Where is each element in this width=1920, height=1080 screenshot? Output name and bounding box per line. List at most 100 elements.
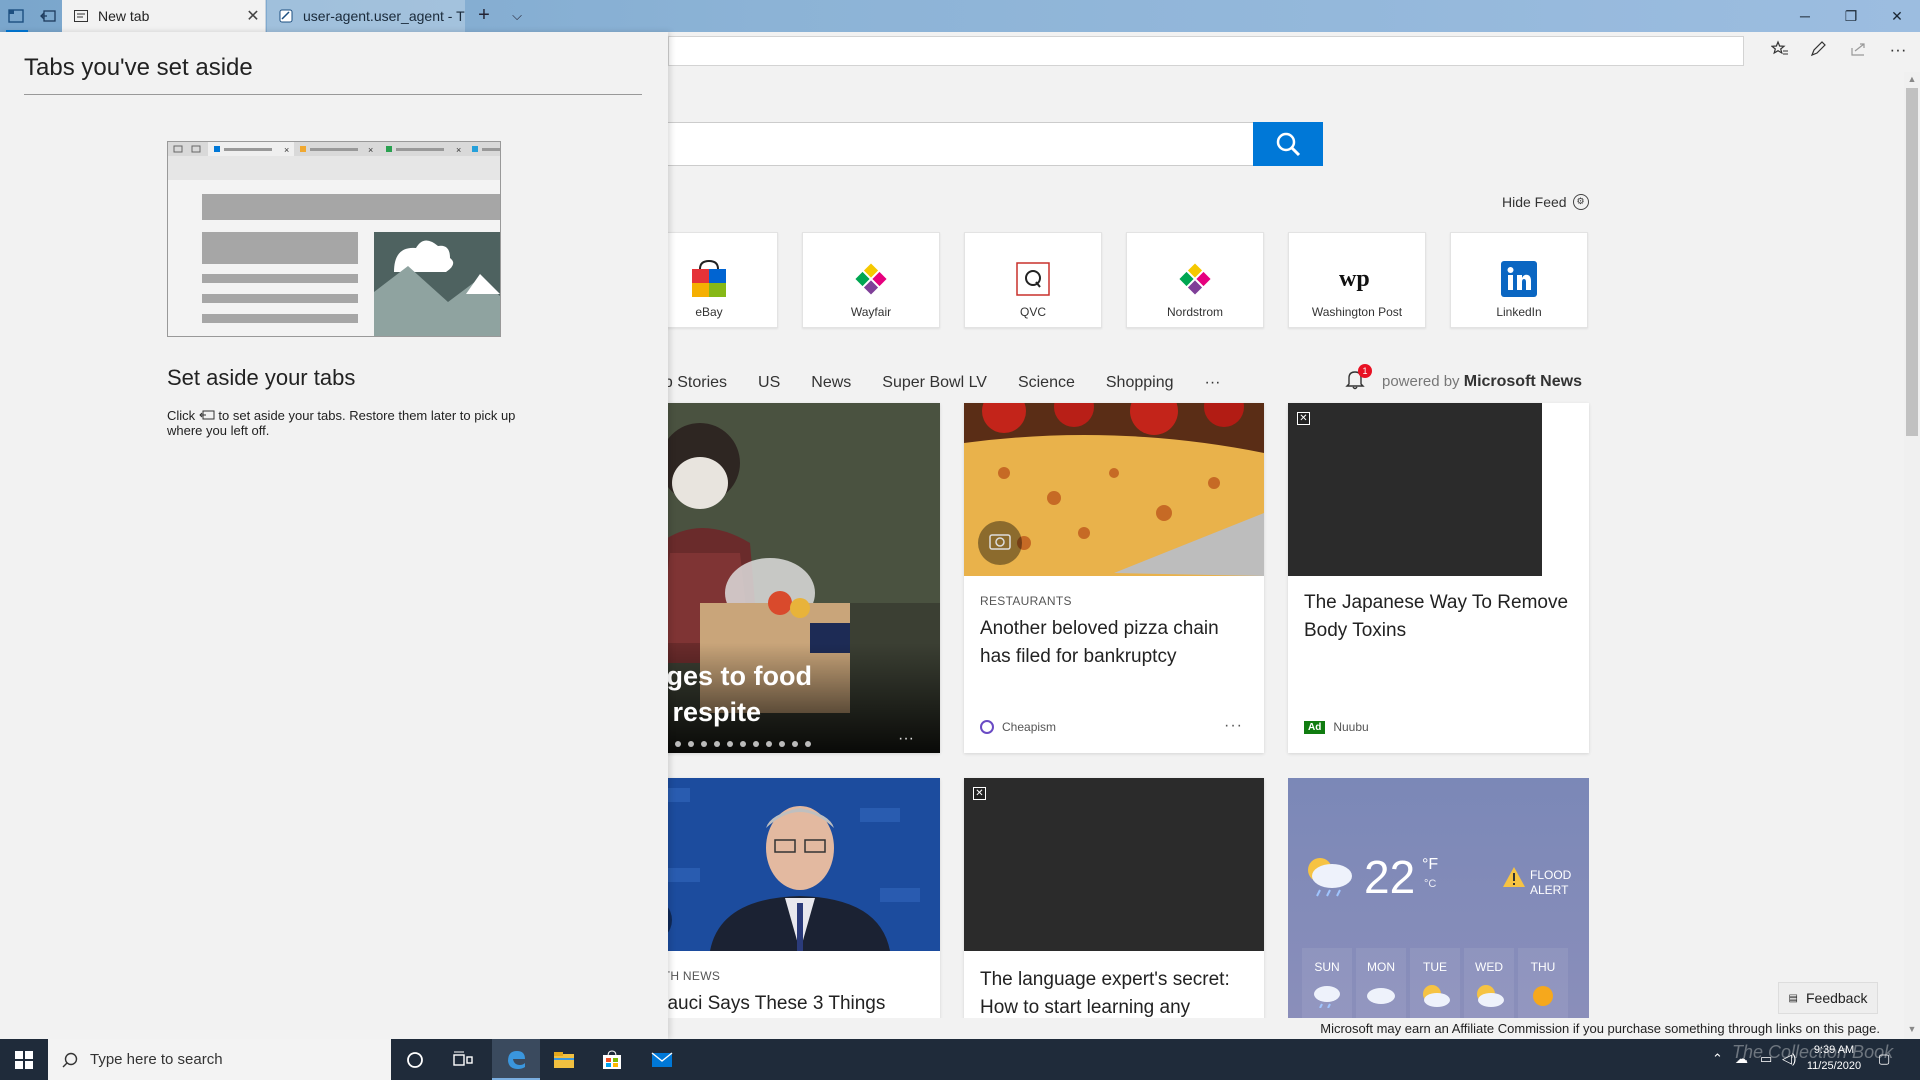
divider [24,94,642,95]
card-title: The Japanese Way To Remove Body Toxins [1304,592,1569,641]
svg-text:×: × [368,145,373,155]
scrollbar-thumb[interactable] [1906,88,1918,436]
ad-badge: Ad [1304,720,1326,734]
category-news[interactable]: News [811,374,851,400]
show-hidden-icons-chevron-icon[interactable]: ⌃ [1712,1051,1723,1067]
card-source-name: Cheapism [1002,720,1057,734]
set-aside-tabs-icon[interactable] [38,6,58,26]
search-button[interactable] [1253,122,1323,166]
mail-icon[interactable] [638,1039,686,1080]
tile-label: Nordstrom [1166,305,1223,319]
close-button[interactable]: ✕ [1874,0,1920,32]
gear-icon: ⚙ [1572,194,1589,210]
washington-post-logo-icon: wp [1337,259,1377,299]
more-icon[interactable]: ··· [1886,40,1910,64]
top-site-linkedin[interactable]: LinkedIn [1450,232,1588,328]
powered-by-prefix: powered by [1382,373,1460,390]
notification-badge: 1 [1358,364,1372,378]
restore-button[interactable]: ❐ [1828,0,1874,32]
top-site-washington-post[interactable]: wp Washington Post [1288,232,1426,328]
set-aside-inline-icon [199,408,215,423]
set-aside-illustration: × × × [167,141,501,337]
taskbar-search[interactable]: Type here to search [48,1039,391,1080]
category-us[interactable]: US [758,374,780,400]
news-card-hero[interactable]: nges to food e respite ··· [640,403,940,753]
file-explorer-icon[interactable] [540,1039,588,1080]
address-bar[interactable] [668,36,1744,66]
tab-new-tab[interactable]: New tab ✕ [62,0,266,32]
minimize-button[interactable]: ─ [1782,0,1828,32]
category-super-bowl[interactable]: Super Bowl LV [882,374,987,400]
image-placeholder [964,778,1264,951]
flood-alert[interactable]: FLOOD ALERT [1530,868,1580,898]
unit-celsius[interactable]: °C [1424,878,1436,890]
card-title: The language expert's secret: How to sta… [980,969,1230,1018]
nordstrom-logo-icon [1175,259,1215,299]
tab-preview-icon[interactable] [6,6,26,26]
svg-text:×: × [456,145,461,155]
ad-card-body-toxins[interactable]: ✕ The Japanese Way To Remove Body Toxins… [1288,403,1589,753]
cortana-icon[interactable] [391,1039,439,1080]
forecast-day-label: SUN [1314,960,1340,974]
more-options-icon[interactable]: ··· [898,730,914,748]
new-tab-button[interactable]: + [472,4,496,28]
favorites-icon[interactable] [1768,40,1792,64]
card-kicker: RESTAURANTS [980,594,1072,608]
partly-cloudy-rain-icon [1308,858,1352,897]
task-view-icon[interactable] [439,1039,487,1080]
close-tab-icon[interactable]: ✕ [241,6,265,26]
linkedin-logo-icon [1499,259,1539,299]
card-title: Another beloved pizza chain has filed fo… [980,618,1219,667]
rain-cloud-icon [1314,986,1340,1009]
fauci-image [640,778,940,951]
wayfair-logo-icon [851,259,891,299]
pen-icon[interactable] [1806,40,1830,64]
watermark: The Collection Book [1732,1042,1894,1062]
top-site-wayfair[interactable]: Wayfair [802,232,940,328]
new-tab-page-icon [72,7,90,25]
tab-label: New tab [98,8,150,24]
powered-by: powered by Microsoft News [1382,373,1582,391]
description-post: to set aside your tabs. Restore them lat… [167,408,516,438]
panel-title: Tabs you've set aside [24,54,253,81]
store-icon[interactable] [588,1039,636,1080]
panel-description: Click to set aside your tabs. Restore th… [167,408,517,438]
weather-card[interactable]: 22 °F °C FLOOD ALERT SUN MON TUE WED THU [1288,778,1589,1039]
cheapism-logo-icon [980,720,994,734]
news-card-language[interactable]: ✕ The language expert's secret: How to s… [964,778,1264,1039]
taskbar: Type here to search ⌃ ☁ ▭ ◁) 9:39 AM 11/… [0,1039,1920,1080]
description-pre: Click [167,408,196,423]
news-card-fauci[interactable]: EALTH NEWS r. Fauci Says These 3 Things [640,778,940,1039]
edge-icon[interactable] [492,1039,540,1080]
feedback-button[interactable]: ▤ Feedback [1778,982,1878,1014]
partly-cloudy-icon [1423,985,1450,1007]
card-source: Ad Nuubu [1304,720,1369,734]
search-input[interactable] [610,122,1254,166]
affiliate-disclaimer: Microsoft may earn an Affiliate Commissi… [668,1018,1904,1039]
top-site-nordstrom[interactable]: Nordstrom [1126,232,1264,328]
windows-logo-icon [15,1050,33,1069]
start-button[interactable] [0,1039,48,1080]
news-card-pizza[interactable]: RESTAURANTS Another beloved pizza chain … [964,403,1264,753]
scroll-up-icon[interactable]: ▲ [1906,74,1918,84]
hide-feed-button[interactable]: Hide Feed ⚙ [1502,194,1589,210]
top-site-qvc[interactable]: QVC [964,232,1102,328]
forecast-day-label: WED [1475,960,1503,974]
scroll-down-icon[interactable]: ▼ [1906,1024,1918,1034]
search-icon [62,1052,78,1067]
partly-cloudy-icon [1477,985,1504,1007]
tab-user-agent[interactable]: user-agent.user_agent - The [267,0,465,32]
more-options-icon[interactable]: ··· [1224,717,1243,735]
category-science[interactable]: Science [1018,374,1075,400]
share-icon[interactable] [1846,40,1870,64]
card-title: r. Fauci Says These 3 Things [640,993,886,1014]
category-more[interactable]: ··· [1205,374,1221,400]
unit-fahrenheit[interactable]: °F [1422,856,1438,874]
feedback-icon: ▤ [1788,992,1798,1004]
card-source-name: Nuubu [1333,720,1369,734]
hide-feed-label: Hide Feed [1502,194,1567,210]
tab-list-chevron-icon[interactable]: ⌵ [506,4,528,28]
category-shopping[interactable]: Shopping [1106,374,1174,400]
broken-image-icon: ✕ [973,787,986,800]
warning-icon [1503,867,1525,887]
